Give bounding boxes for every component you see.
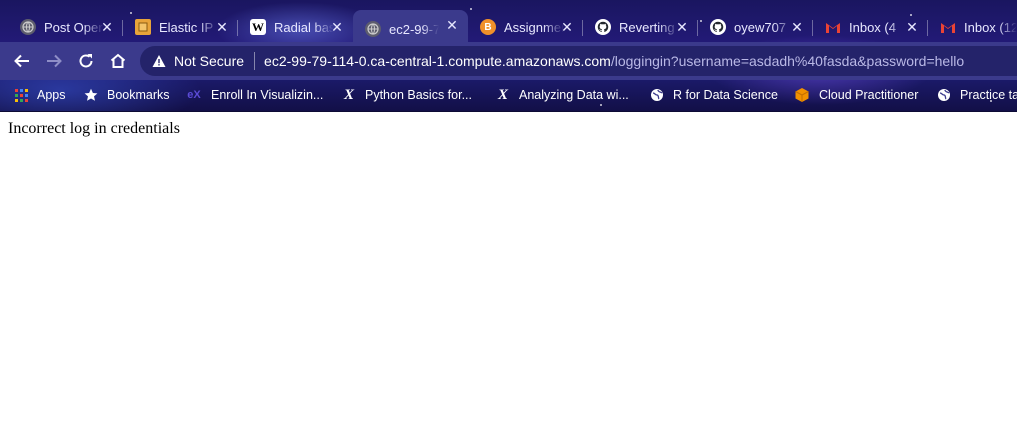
- bitcoin-icon: B: [480, 19, 496, 35]
- github-icon: [710, 19, 726, 35]
- url-path: /loggingin?username=asdadh%40fasda&passw…: [610, 53, 965, 69]
- x-logo-icon: X: [497, 86, 508, 103]
- close-tab-icon[interactable]: ✕: [329, 18, 345, 36]
- browser-toolbar: Not Secure ec2-99-79-114-0.ca-central-1.…: [0, 42, 1017, 80]
- edx-icon: eX: [187, 89, 201, 101]
- address-bar[interactable]: Not Secure ec2-99-79-114-0.ca-central-1.…: [140, 46, 1017, 76]
- bookmark-analyzing-data[interactable]: X Analyzing Data wi...: [496, 86, 629, 104]
- reload-icon[interactable]: [74, 49, 98, 73]
- close-tab-icon[interactable]: ✕: [559, 18, 575, 36]
- tab-title: Post Operations: [44, 19, 104, 35]
- tab-elastic-ip[interactable]: Elastic IP ✕: [123, 12, 238, 42]
- chrome-divider: [0, 111, 1017, 112]
- gmail-icon: [940, 19, 956, 35]
- tab-post-operations[interactable]: Post Operations ✕: [8, 12, 123, 42]
- bookmark-label: Apps: [37, 88, 66, 102]
- close-tab-icon[interactable]: ✕: [99, 18, 115, 36]
- close-tab-icon[interactable]: ✕: [789, 18, 805, 36]
- close-tab-icon[interactable]: ✕: [674, 18, 690, 36]
- security-status-label[interactable]: Not Secure: [174, 53, 244, 69]
- bookmark-label: Bookmarks: [107, 88, 170, 102]
- aws-cube-icon: [794, 88, 810, 102]
- aws-icon: [135, 19, 151, 35]
- url-host: ec2-99-79-114-0.ca-central-1.compute.ama…: [264, 53, 611, 69]
- browser-chrome: Post Operations ✕ Elastic IP ✕ W Radial …: [0, 0, 1017, 112]
- tab-inbox-2[interactable]: Inbox (12: [928, 12, 1017, 42]
- x-logo-icon: X: [343, 86, 354, 103]
- address-divider: [254, 52, 256, 70]
- tab-strip: Post Operations ✕ Elastic IP ✕ W Radial …: [0, 6, 1017, 48]
- warning-triangle-icon[interactable]: [152, 54, 166, 68]
- tab-title: Elastic IP: [159, 19, 214, 35]
- bookmarks-bar: Apps Bookmarks eX Enroll In Visualizin..…: [0, 80, 1017, 111]
- tab-title: oyew707: [734, 19, 787, 35]
- bookmark-apps[interactable]: Apps: [14, 86, 66, 104]
- tab-inbox-1[interactable]: Inbox (4 ✕: [813, 12, 928, 42]
- globe-icon: [20, 19, 36, 35]
- close-tab-icon[interactable]: ✕: [444, 16, 460, 34]
- close-tab-icon[interactable]: ✕: [214, 18, 230, 36]
- forward-arrow-icon[interactable]: [42, 49, 66, 73]
- wikipedia-icon: W: [250, 19, 266, 35]
- tab-radial-basis[interactable]: W Radial basis ✕: [238, 12, 353, 42]
- bookmark-label: R for Data Science: [673, 88, 778, 102]
- bookmark-cloud-practitioner[interactable]: Cloud Practitioner: [794, 86, 918, 104]
- bookmark-python-basics[interactable]: X Python Basics for...: [342, 86, 472, 104]
- bookmark-label: Analyzing Data wi...: [519, 88, 629, 102]
- bookmark-r-data-science[interactable]: R for Data Science: [650, 86, 778, 104]
- close-tab-icon[interactable]: ✕: [904, 18, 920, 36]
- tab-reverting[interactable]: Reverting ✕: [583, 12, 698, 42]
- error-message: Incorrect log in credentials: [8, 120, 180, 137]
- bookmark-bookmarks[interactable]: Bookmarks: [84, 86, 170, 104]
- gmail-icon: [825, 19, 841, 35]
- tab-oyew707[interactable]: oyew707 ✕: [698, 12, 813, 42]
- bookmark-label: Enroll In Visualizin...: [211, 88, 324, 102]
- url-text[interactable]: ec2-99-79-114-0.ca-central-1.compute.ama…: [264, 53, 964, 69]
- bookmark-label: Practice ta: [960, 88, 1017, 102]
- star-icon: [84, 88, 98, 102]
- tab-title: ec2-99-79: [389, 21, 439, 37]
- tab-title: Inbox (12: [964, 19, 1017, 35]
- bookmark-enroll-visualizing[interactable]: eX Enroll In Visualizin...: [186, 86, 323, 104]
- bookmark-practice[interactable]: Practice ta: [937, 86, 1017, 104]
- tab-title: Inbox (4: [849, 19, 896, 35]
- tab-title: Assignment: [504, 19, 564, 35]
- tab-title: Reverting: [619, 19, 675, 35]
- apps-grid-icon: [14, 88, 28, 102]
- globe-icon: [937, 88, 951, 102]
- globe-icon: [650, 88, 664, 102]
- github-icon: [595, 19, 611, 35]
- tab-assignment[interactable]: B Assignment ✕: [468, 12, 583, 42]
- bookmark-label: Python Basics for...: [365, 88, 472, 102]
- bookmark-label: Cloud Practitioner: [819, 88, 919, 102]
- tab-title: Radial basis: [274, 19, 334, 35]
- back-arrow-icon[interactable]: [10, 49, 34, 73]
- globe-icon: [365, 21, 381, 37]
- home-icon[interactable]: [106, 49, 130, 73]
